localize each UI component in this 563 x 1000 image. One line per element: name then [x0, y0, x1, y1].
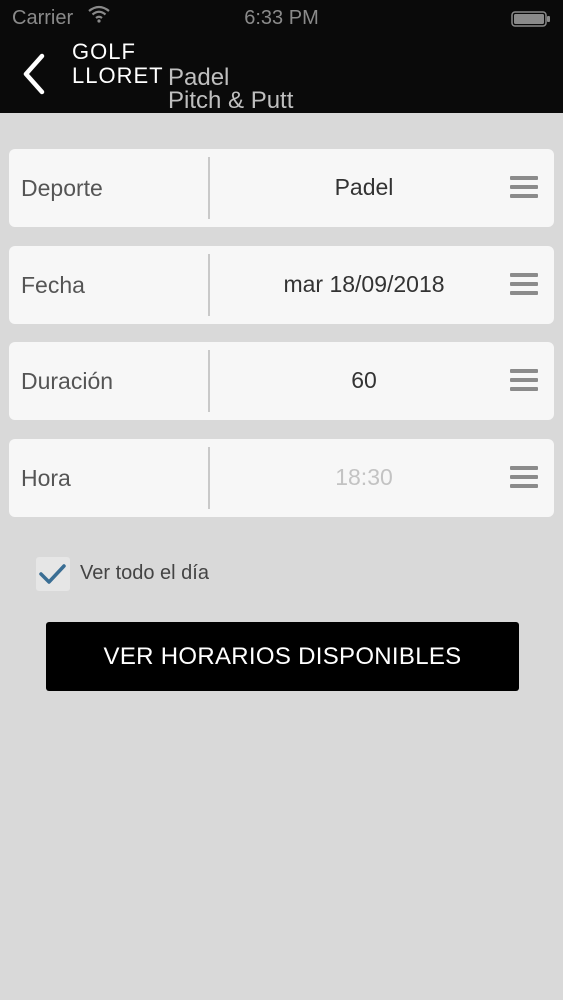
logo-subtitle-line2: Pitch & Putt: [168, 87, 294, 114]
status-bar: Carrier 6:33 PM: [0, 0, 563, 38]
chevron-left-icon: [23, 53, 45, 95]
hamburger-menu-icon[interactable]: [510, 176, 538, 200]
logo-brand-line2: LLORET: [72, 63, 164, 88]
time-value[interactable]: 18:30: [209, 439, 519, 515]
duration-value[interactable]: 60: [209, 342, 519, 418]
battery-icon: [511, 10, 551, 27]
all-day-label[interactable]: Ver todo el día: [80, 562, 209, 585]
sport-value[interactable]: Padel: [209, 149, 519, 225]
sport-selector-row[interactable]: Deporte Padel: [9, 149, 554, 227]
status-time: 6:33 PM: [244, 7, 319, 29]
time-selector-row[interactable]: Hora 18:30: [9, 439, 554, 517]
hamburger-menu-icon[interactable]: [510, 273, 538, 297]
duration-selector-row[interactable]: Duración 60: [9, 342, 554, 420]
sport-label: Deporte: [21, 175, 103, 201]
date-label: Fecha: [21, 272, 85, 298]
hamburger-menu-icon[interactable]: [510, 369, 538, 393]
time-label: Hora: [21, 465, 71, 491]
all-day-checkbox[interactable]: [36, 557, 70, 591]
view-available-times-button[interactable]: VER HORARIOS DISPONIBLES: [46, 622, 519, 691]
date-selector-row[interactable]: Fecha mar 18/09/2018: [9, 246, 554, 324]
back-button[interactable]: [18, 50, 52, 98]
app-header: Carrier 6:33 PM GOLF LLORET Padel Pitch …: [0, 0, 563, 115]
duration-label: Duración: [21, 368, 114, 394]
app-logo: GOLF LLORET Padel Pitch & Putt: [72, 39, 293, 115]
date-value[interactable]: mar 18/09/2018: [209, 246, 519, 322]
logo-brand-line1: GOLF: [72, 39, 136, 64]
checkmark-icon: [39, 564, 66, 584]
hamburger-menu-icon[interactable]: [510, 466, 538, 490]
